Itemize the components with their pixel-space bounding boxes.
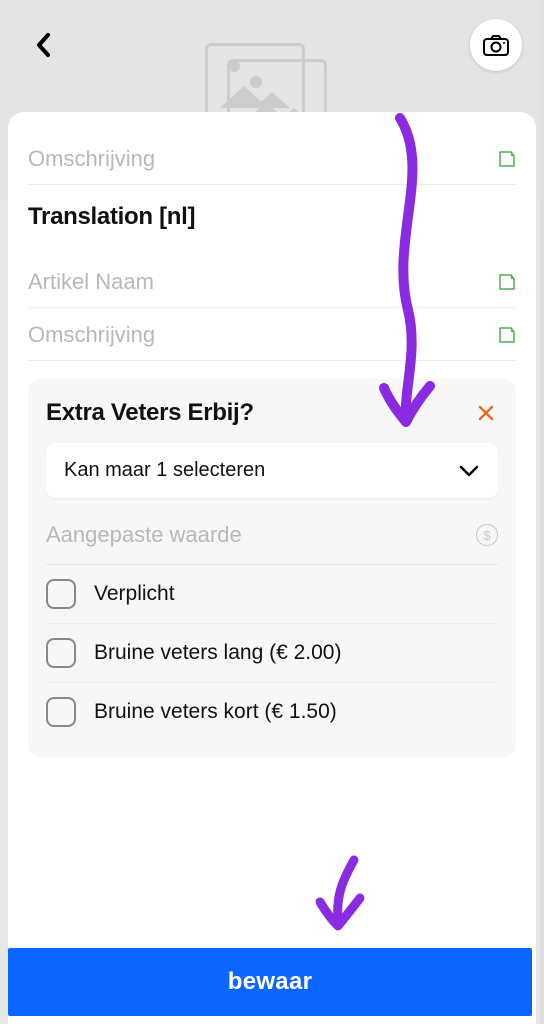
checkbox-verplicht[interactable] xyxy=(46,579,76,609)
chevron-left-icon xyxy=(34,31,54,59)
remove-option-group-button[interactable] xyxy=(474,401,498,425)
artikel-naam-field[interactable]: Artikel Naam xyxy=(28,255,516,308)
option-group-header: Extra Veters Erbij? xyxy=(46,399,498,427)
description-field-1[interactable]: Omschrijving xyxy=(28,132,516,185)
custom-value-label: Aangepaste waarde xyxy=(46,522,242,548)
option-row-bruine-kort: Bruine veters kort (€ 1.50) xyxy=(46,683,498,741)
chevron-down-icon xyxy=(458,464,480,478)
top-bar xyxy=(0,0,544,90)
save-button[interactable]: bewaar xyxy=(8,948,532,1016)
option-row-bruine-lang: Bruine veters lang (€ 2.00) xyxy=(46,624,498,683)
description-field-2[interactable]: Omschrijving xyxy=(28,308,516,361)
field-label: Omschrijving xyxy=(28,146,155,172)
currency-icon: $ xyxy=(476,524,498,546)
field-label: Omschrijving xyxy=(28,322,155,348)
camera-icon xyxy=(483,34,509,56)
translation-heading: Translation [nl] xyxy=(28,185,516,255)
close-icon xyxy=(477,404,495,422)
checkbox-bruine-lang[interactable] xyxy=(46,638,76,668)
option-label: Bruine veters lang (€ 2.00) xyxy=(94,641,341,665)
custom-value-row[interactable]: Aangepaste waarde $ xyxy=(46,498,498,565)
option-row-verplicht: Verplicht xyxy=(46,565,498,624)
option-label: Bruine veters kort (€ 1.50) xyxy=(94,700,337,724)
checkbox-bruine-kort[interactable] xyxy=(46,697,76,727)
camera-button[interactable] xyxy=(470,19,522,71)
form-sheet: Omschrijving Translation [nl] Artikel Na… xyxy=(8,112,536,1024)
option-label: Verplicht xyxy=(94,582,175,606)
field-label: Artikel Naam xyxy=(28,269,154,295)
broken-image-icon xyxy=(498,273,516,291)
broken-image-icon xyxy=(498,150,516,168)
broken-image-icon xyxy=(498,326,516,344)
right-divider xyxy=(540,0,544,1024)
selection-mode-dropdown[interactable]: Kan maar 1 selecteren xyxy=(46,443,498,498)
dropdown-label: Kan maar 1 selecteren xyxy=(64,459,265,482)
option-group-card: Extra Veters Erbij? Kan maar 1 selectere… xyxy=(28,379,516,757)
back-button[interactable] xyxy=(22,23,66,67)
option-group-title: Extra Veters Erbij? xyxy=(46,399,254,427)
